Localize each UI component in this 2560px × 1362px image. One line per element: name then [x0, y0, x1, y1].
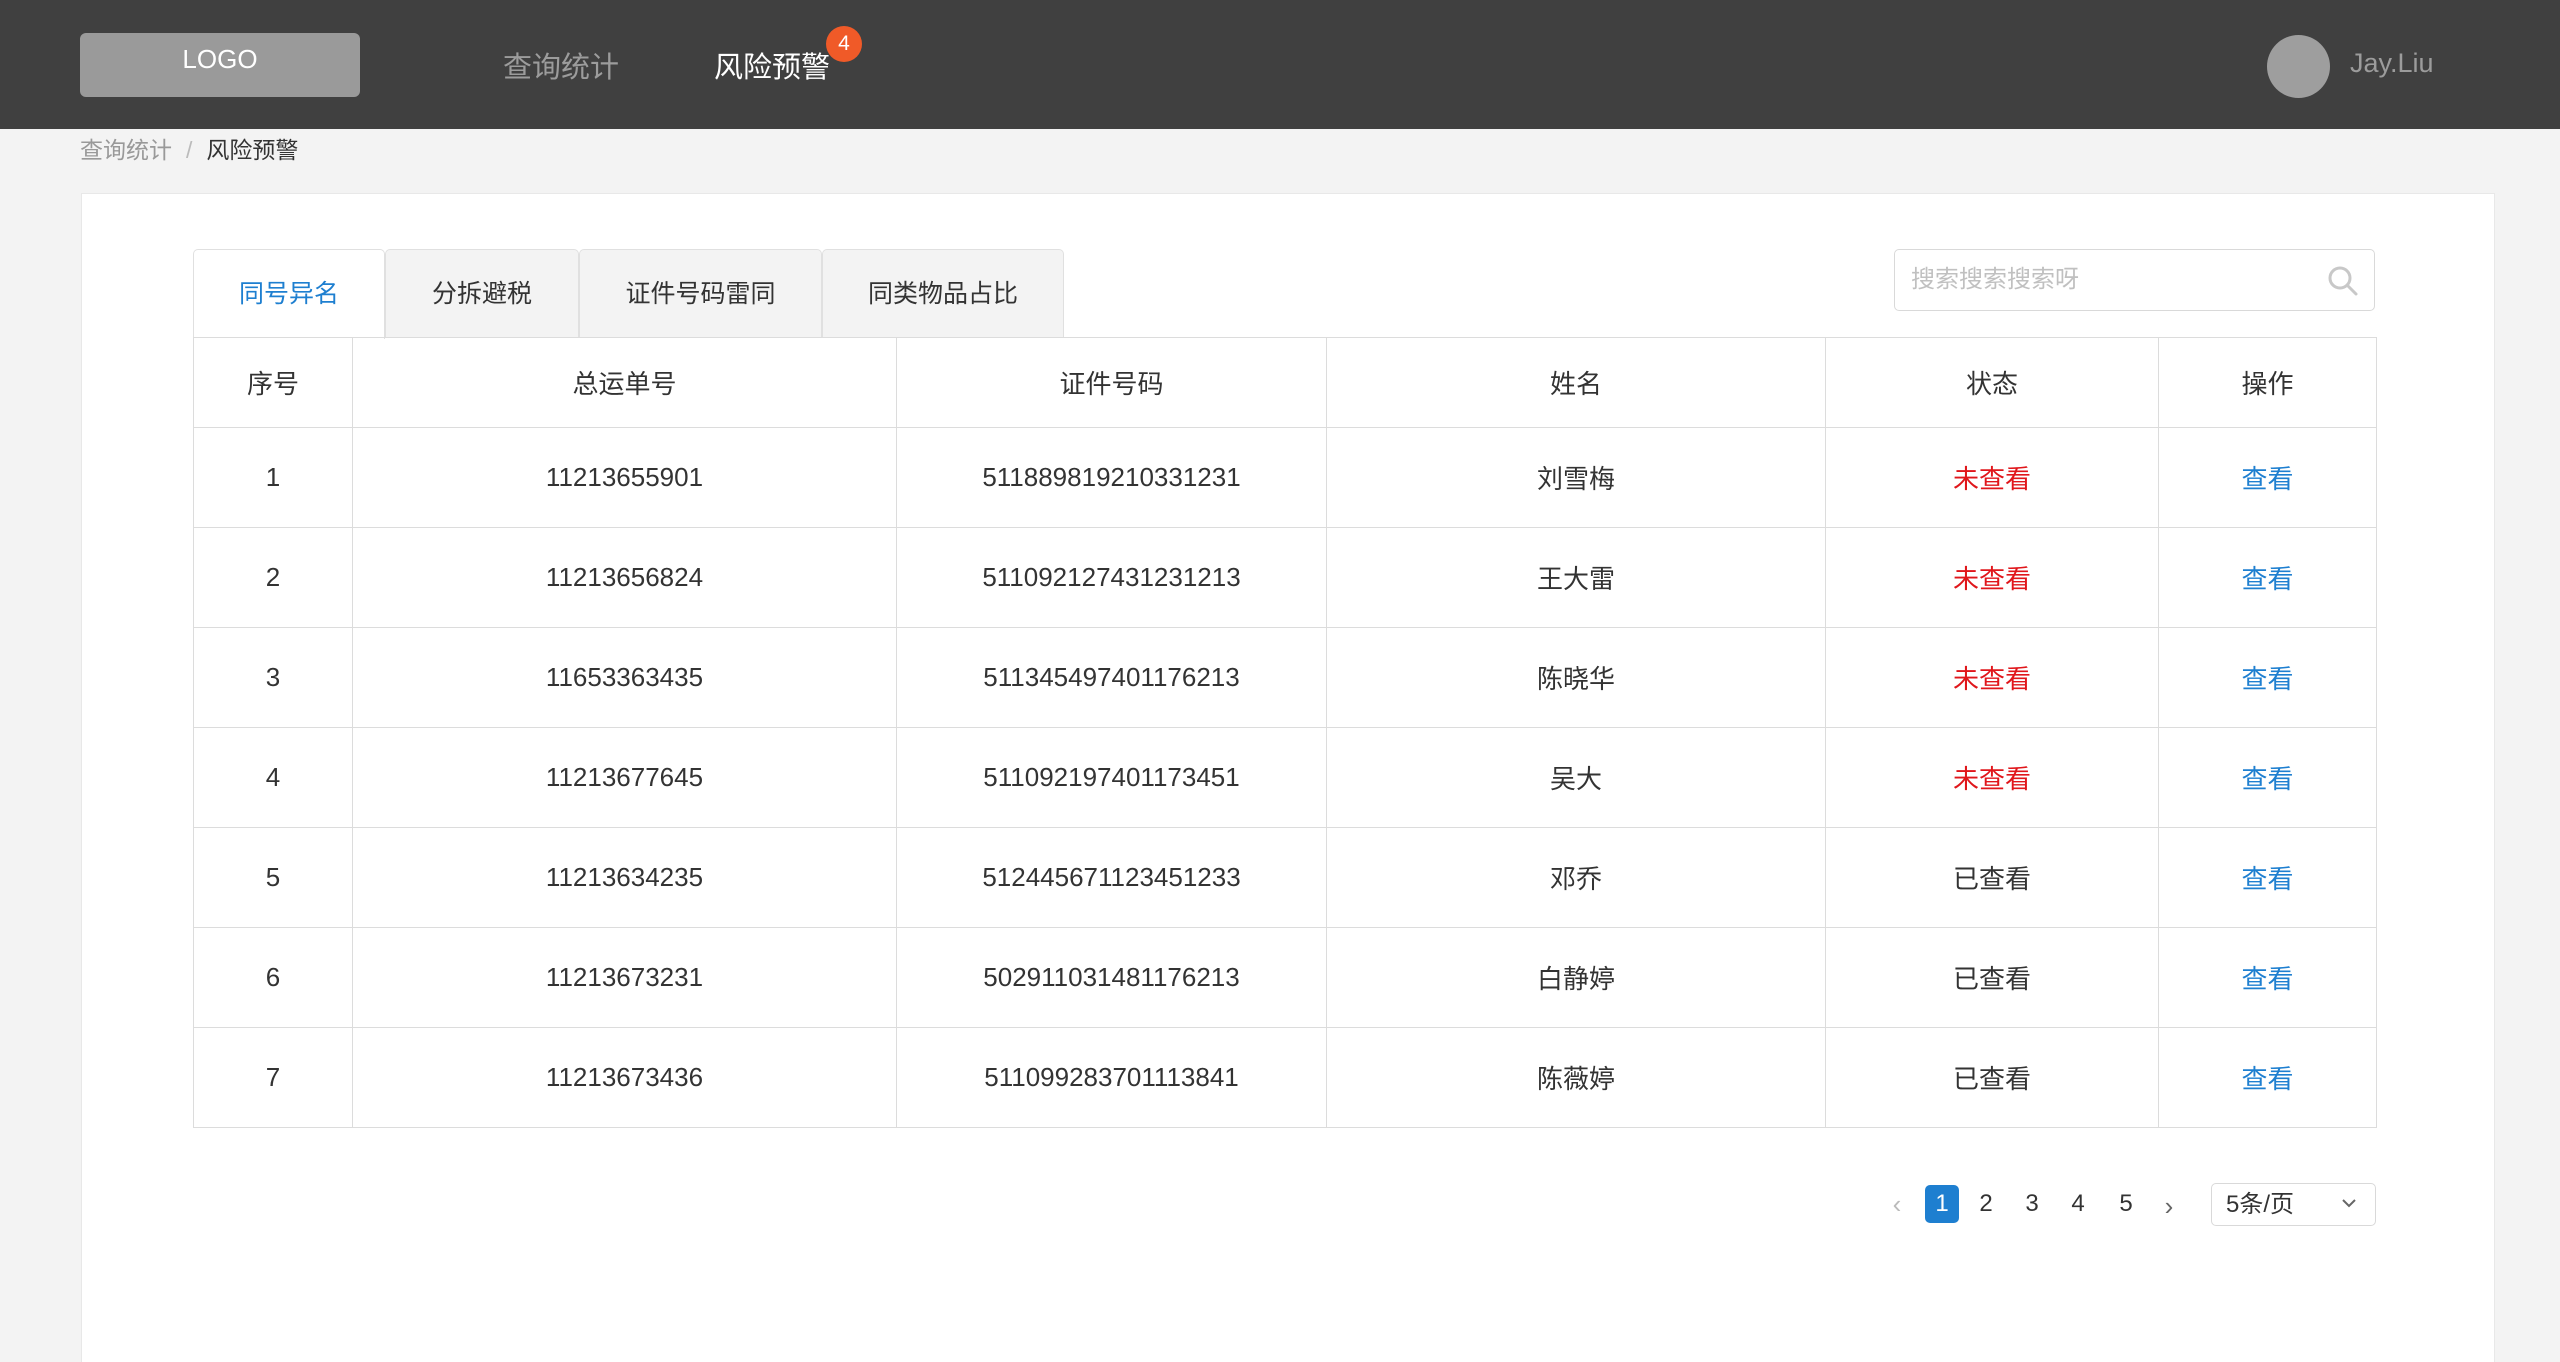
data-table: 序号 总运单号 证件号码 姓名 状态 操作 1 11213655901 5118…: [193, 337, 2377, 1128]
breadcrumb-item-query[interactable]: 查询统计: [80, 137, 172, 163]
search-icon[interactable]: [2326, 264, 2360, 298]
page-button-3[interactable]: 3: [2016, 1185, 2048, 1223]
cell-id-number: 511345497401176213: [896, 627, 1327, 728]
cell-id-number: 502911031481176213: [896, 927, 1327, 1028]
nav-query-stats[interactable]: 查询统计: [503, 44, 619, 86]
chevron-down-icon: [2342, 1199, 2356, 1208]
cell-waybill: 11213634235: [352, 827, 897, 928]
column-header-name: 姓名: [1326, 337, 1826, 428]
column-header-action: 操作: [2158, 337, 2377, 428]
cell-index: 3: [193, 627, 353, 728]
view-link[interactable]: 查看: [2241, 864, 2293, 894]
cell-id-number: 511092197401173451: [896, 727, 1327, 828]
cell-index: 4: [193, 727, 353, 828]
table-row: 5 11213634235 512445671123451233 邓乔 已查看 …: [193, 827, 2377, 928]
table-row: 2 11213656824 511092127431231213 王大雷 未查看…: [193, 527, 2377, 628]
cell-waybill: 11653363435: [352, 627, 897, 728]
cell-status: 已查看: [1825, 1027, 2159, 1128]
cell-action: 查看: [2158, 627, 2377, 728]
table-row: 4 11213677645 511092197401173451 吴大 未查看 …: [193, 727, 2377, 828]
view-link[interactable]: 查看: [2241, 764, 2293, 794]
breadcrumb: 查询统计 / 风险预警: [80, 131, 298, 165]
tab-similar-items-ratio[interactable]: 同类物品占比: [822, 249, 1064, 338]
breadcrumb-separator: /: [186, 137, 193, 163]
search-box: [1894, 249, 2375, 311]
table-row: 3 11653363435 511345497401176213 陈晓华 未查看…: [193, 627, 2377, 728]
tab-same-number-diff-name[interactable]: 同号异名: [193, 249, 385, 339]
cell-status: 未查看: [1825, 627, 2159, 728]
page-button-1[interactable]: 1: [1925, 1185, 1959, 1223]
view-link[interactable]: 查看: [2241, 664, 2293, 694]
logo[interactable]: LOGO: [80, 33, 360, 97]
page-button-5[interactable]: 5: [2110, 1185, 2142, 1223]
cell-name: 刘雪梅: [1326, 427, 1826, 528]
username[interactable]: Jay.Liu: [2350, 48, 2434, 79]
tab-id-number-similar[interactable]: 证件号码雷同: [579, 249, 822, 338]
cell-index: 6: [193, 927, 353, 1028]
table-row: 1 11213655901 511889819210331231 刘雪梅 未查看…: [193, 427, 2377, 528]
column-header-waybill: 总运单号: [352, 337, 897, 428]
cell-id-number: 511889819210331231: [896, 427, 1327, 528]
cell-name: 陈晓华: [1326, 627, 1826, 728]
view-link[interactable]: 查看: [2241, 564, 2293, 594]
page-button-4[interactable]: 4: [2062, 1185, 2094, 1223]
nav-risk-warning[interactable]: 风险预警: [714, 44, 830, 86]
cell-index: 1: [193, 427, 353, 528]
page-size-select[interactable]: 5条/页: [2211, 1183, 2376, 1226]
notification-badge: 4: [826, 26, 862, 62]
view-link[interactable]: 查看: [2241, 1064, 2293, 1094]
cell-action: 查看: [2158, 427, 2377, 528]
cell-status: 已查看: [1825, 827, 2159, 928]
top-navbar: LOGO 查询统计 风险预警 4 Jay.Liu: [0, 0, 2560, 129]
cell-index: 7: [193, 1027, 353, 1128]
cell-action: 查看: [2158, 727, 2377, 828]
table-row: 6 11213673231 502911031481176213 白静婷 已查看…: [193, 927, 2377, 1028]
column-header-id-number: 证件号码: [896, 337, 1327, 428]
cell-name: 邓乔: [1326, 827, 1826, 928]
cell-action: 查看: [2158, 1027, 2377, 1128]
cell-waybill: 11213673231: [352, 927, 897, 1028]
cell-action: 查看: [2158, 527, 2377, 628]
cell-index: 2: [193, 527, 353, 628]
search-input[interactable]: [1911, 250, 2311, 310]
table-row: 7 11213673436 511099283701113841 陈薇婷 已查看…: [193, 1027, 2377, 1128]
cell-id-number: 512445671123451233: [896, 827, 1327, 928]
cell-status: 未查看: [1825, 427, 2159, 528]
cell-name: 陈薇婷: [1326, 1027, 1826, 1128]
cell-status: 未查看: [1825, 527, 2159, 628]
avatar[interactable]: [2267, 35, 2330, 98]
page-size-value: 5条/页: [2226, 1191, 2295, 1218]
cell-waybill: 11213655901: [352, 427, 897, 528]
column-header-index: 序号: [193, 337, 353, 428]
column-header-status: 状态: [1825, 337, 2159, 428]
cell-action: 查看: [2158, 827, 2377, 928]
tab-split-tax-avoid[interactable]: 分拆避税: [385, 249, 579, 338]
breadcrumb-item-current: 风险预警: [206, 137, 299, 163]
cell-name: 吴大: [1326, 727, 1826, 828]
cell-waybill: 11213677645: [352, 727, 897, 828]
next-page-button[interactable]: ›: [2156, 1187, 2182, 1225]
cell-name: 王大雷: [1326, 527, 1826, 628]
cell-id-number: 511092127431231213: [896, 527, 1327, 628]
cell-waybill: 11213673436: [352, 1027, 897, 1128]
cell-status: 已查看: [1825, 927, 2159, 1028]
prev-page-button[interactable]: ‹: [1884, 1185, 1910, 1223]
cell-waybill: 11213656824: [352, 527, 897, 628]
cell-index: 5: [193, 827, 353, 928]
cell-action: 查看: [2158, 927, 2377, 1028]
table-header-row: 序号 总运单号 证件号码 姓名 状态 操作: [193, 337, 2377, 428]
page-button-2[interactable]: 2: [1970, 1185, 2002, 1223]
cell-id-number: 511099283701113841: [896, 1027, 1327, 1128]
view-link[interactable]: 查看: [2241, 964, 2293, 994]
cell-name: 白静婷: [1326, 927, 1826, 1028]
cell-status: 未查看: [1825, 727, 2159, 828]
view-link[interactable]: 查看: [2241, 464, 2293, 494]
